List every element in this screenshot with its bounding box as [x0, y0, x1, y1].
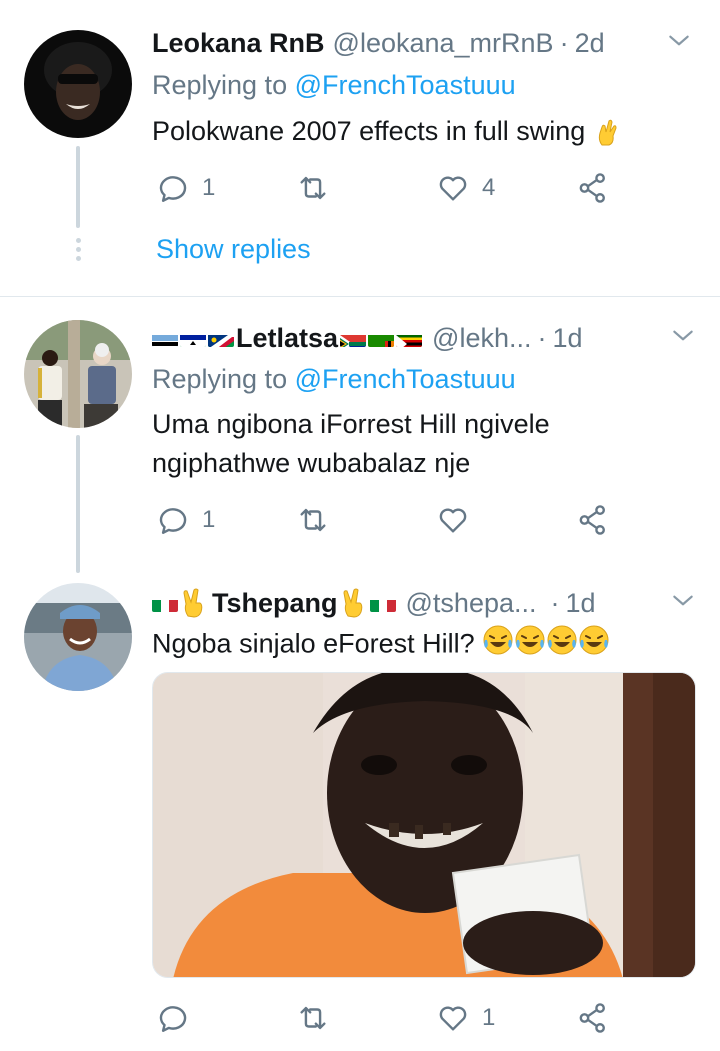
avatar[interactable] [24, 320, 132, 428]
replying-to-link[interactable]: @FrenchToastuuu [295, 364, 516, 394]
separator: · [559, 27, 569, 58]
tweet-text: Polokwane 2007 effects in full swing [152, 112, 698, 151]
like-icon [439, 176, 467, 201]
retweet-button[interactable] [296, 168, 342, 208]
share-button[interactable] [576, 998, 610, 1038]
share-icon [579, 173, 605, 203]
retweet-button[interactable] [296, 500, 342, 540]
like-count: 1 [482, 1004, 496, 1031]
tweet-2[interactable]: Letlatsa @lekh... · 1d Replying to @Fren… [0, 297, 720, 577]
display-name[interactable]: Letlatsa [236, 323, 338, 354]
thread-dots [74, 238, 82, 261]
tweet-text: Ngoba sinjalo eForest Hill? [152, 624, 698, 667]
replying-to-link[interactable]: @FrenchToastuuu [295, 70, 516, 100]
tweet-header: Tshepang @tshepa... · 1d [152, 586, 702, 620]
tweet-actions: 1 4 [152, 168, 632, 208]
reply-count: 1 [202, 506, 216, 533]
tweet-actions: 1 [152, 500, 632, 540]
tweet-header: Leokana RnB @leokana_mrRnB · 2d [152, 26, 702, 60]
reply-icon [159, 1006, 187, 1032]
laughing-tears-icon [482, 624, 610, 667]
user-handle[interactable]: @lekh... [432, 323, 531, 354]
crossed-fingers-icon [598, 119, 617, 146]
replying-to: Replying to @FrenchToastuuu [152, 364, 516, 394]
like-button[interactable]: 1 [436, 998, 495, 1038]
south-africa-flag-icon [340, 329, 367, 347]
share-button[interactable] [576, 500, 610, 540]
chevron-down-icon[interactable] [666, 28, 692, 54]
reply-button[interactable]: 1 [156, 500, 215, 540]
like-icon [439, 1006, 467, 1031]
zimbabwe-flag-icon [396, 329, 423, 347]
show-replies-link[interactable]: Show replies [156, 234, 311, 265]
replying-to: Replying to @FrenchToastuuu [152, 70, 516, 100]
display-name[interactable]: Leokana RnB [152, 28, 325, 59]
like-button[interactable] [436, 500, 482, 540]
share-icon [579, 505, 605, 535]
attached-photo[interactable] [152, 672, 696, 978]
zambia-flag-icon [368, 329, 395, 347]
separator: · [550, 587, 560, 618]
retweet-icon [300, 1006, 326, 1030]
user-handle[interactable]: @leokana_mrRnB [333, 28, 554, 59]
avatar[interactable] [24, 30, 132, 138]
retweet-button[interactable] [296, 998, 342, 1038]
user-handle[interactable]: @tshepa... [406, 588, 537, 619]
like-count: 4 [482, 174, 496, 201]
timestamp[interactable]: 1d [566, 588, 596, 619]
reply-button[interactable] [156, 998, 202, 1038]
victory-hand-icon [343, 588, 362, 618]
lesotho-flag-icon [180, 329, 206, 347]
botswana-flag-icon [152, 329, 178, 347]
retweet-icon [300, 508, 326, 532]
retweet-icon [300, 176, 326, 200]
separator: · [537, 322, 547, 353]
share-button[interactable] [576, 168, 610, 208]
reply-button[interactable]: 1 [156, 168, 215, 208]
tweet-1[interactable]: Leokana RnB @leokana_mrRnB · 2d Replying… [0, 0, 720, 296]
chevron-down-icon[interactable] [670, 323, 696, 349]
reply-icon [159, 508, 187, 534]
victory-hand-icon [183, 588, 203, 618]
avatar[interactable] [24, 583, 132, 691]
tweet-header: Letlatsa @lekh... · 1d [152, 321, 702, 355]
tweet-text: Uma ngibona iForrest Hill ngivele ngipha… [152, 409, 550, 478]
timestamp[interactable]: 2d [575, 28, 605, 59]
share-icon [579, 1003, 605, 1033]
reply-count: 1 [202, 174, 216, 201]
thread-line [76, 435, 80, 573]
italy-flag-icon [152, 594, 178, 612]
reply-icon [159, 176, 187, 202]
timestamp[interactable]: 1d [553, 323, 583, 354]
display-name[interactable]: Tshepang [212, 588, 338, 619]
like-button[interactable]: 4 [436, 168, 495, 208]
tweet-actions: 1 [152, 998, 632, 1038]
chevron-down-icon[interactable] [670, 588, 696, 614]
namibia-flag-icon [208, 329, 234, 347]
thread-line [76, 146, 80, 228]
italy-flag-icon [369, 594, 396, 612]
like-icon [439, 508, 467, 533]
